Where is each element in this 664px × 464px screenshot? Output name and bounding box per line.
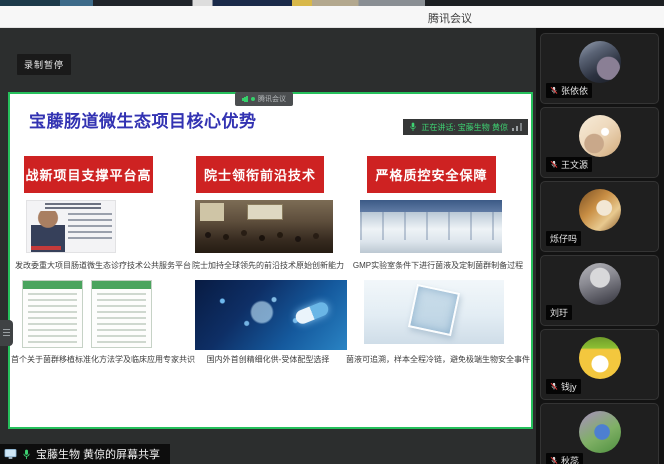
participant-name: 王文源	[561, 158, 588, 171]
photo-layer	[200, 203, 224, 221]
share-bar-label: 宝藤生物 黄倞的屏幕共享	[36, 446, 160, 462]
participant-name: 刘玗	[550, 306, 568, 319]
photo-layer	[45, 203, 101, 209]
photo-layer	[247, 204, 283, 220]
participant-name: 张依依	[561, 84, 588, 97]
recording-paused-badge[interactable]: 录制暂停	[17, 54, 71, 75]
document-page	[22, 280, 83, 348]
floating-meeting-toolbar: 腾讯会议	[235, 92, 293, 106]
participant-name: 钱jy	[561, 380, 577, 393]
participant-nametag: 秋蕊	[546, 453, 583, 464]
panel-toggle-handle[interactable]	[0, 320, 13, 346]
caption-bottom-2: 国内外首创精细化供-受体配型选择	[182, 354, 354, 365]
avatar	[579, 189, 621, 231]
participant-nametag: 王文源	[546, 157, 592, 172]
matching-technology-image	[195, 280, 347, 350]
meeting-main-area: 录制暂停 腾讯会议 宝藤肠道微生态项目核心优势 正在讲话: 宝藤生物 黄倞 战新…	[0, 28, 664, 464]
photo-layer	[360, 212, 502, 240]
photo-layer	[205, 232, 211, 238]
os-titlebar: 腾讯会议	[0, 6, 664, 28]
network-signal-icon	[242, 96, 248, 102]
slide-header-box-2: 院士领衔前沿技术	[196, 156, 324, 193]
participant-tile[interactable]: 王文源	[540, 107, 659, 178]
conference-room-photo	[195, 200, 333, 253]
avatar	[579, 263, 621, 305]
ice-cube-graphic	[408, 284, 460, 336]
slide-title: 宝藤肠道微生态项目核心优势	[29, 107, 257, 132]
caption-top-2: 院士加持全球领先的前沿技术原始创新能力	[182, 260, 354, 271]
screen-share-status-bar: 宝藤生物 黄倞的屏幕共享	[0, 444, 170, 464]
caption-top-1: 发改委重大项目肠道微生态诊疗技术公共服务平台	[10, 260, 196, 271]
avatar	[579, 411, 621, 453]
cold-chain-ice-image	[364, 280, 504, 344]
muted-mic-icon	[550, 456, 558, 464]
participant-tile[interactable]: 秋蕊	[540, 403, 659, 464]
participant-tile[interactable]: 烁仔吗	[540, 181, 659, 252]
caption-bottom-3: 菌液可追溯，样本全程冷链，避免极端生物安全事件	[344, 354, 532, 365]
consensus-documents-image	[22, 280, 152, 348]
participant-tile[interactable]: 刘玗	[540, 255, 659, 326]
screen-share-icon	[4, 448, 17, 460]
muted-mic-icon	[550, 160, 558, 169]
signal-strength-icon	[512, 123, 522, 131]
status-dot-icon	[251, 97, 255, 101]
app-window: 腾讯会议 录制暂停 腾讯会议 宝藤肠道微生态项目核心优势 正在讲话: 宝藤生物 …	[0, 0, 664, 464]
capsule-graphic	[294, 300, 331, 326]
caption-bottom-1: 首个关于菌群移植标准化方法学及临床应用专家共识	[10, 354, 196, 365]
avatar	[579, 115, 621, 157]
document-page	[91, 280, 152, 348]
floating-toolbar-label: 腾讯会议	[258, 94, 286, 104]
slide-header-box-1: 战新项目支撑平台高	[24, 156, 153, 193]
photo-layer	[360, 200, 502, 212]
participant-nametag: 刘玗	[546, 305, 572, 320]
participant-tile[interactable]: 张依依	[540, 33, 659, 104]
participant-tile[interactable]: 钱jy	[540, 329, 659, 400]
participants-sidebar: 张依依 王文源 烁仔吗	[536, 28, 664, 464]
muted-mic-icon	[550, 382, 558, 391]
photo-layer	[68, 213, 112, 243]
slide-header-box-3: 严格质控安全保障	[367, 156, 496, 193]
shared-screen-slide: 腾讯会议 宝藤肠道微生态项目核心优势 正在讲话: 宝藤生物 黄倞 战新项目支撑平…	[8, 92, 533, 429]
gmp-lab-corridor-photo	[360, 200, 502, 253]
photo-layer	[31, 246, 61, 250]
window-title: 腾讯会议	[400, 10, 500, 26]
active-speaker-badge: 正在讲话: 宝藤生物 黄倞	[403, 119, 528, 135]
avatar	[579, 41, 621, 83]
active-speaker-label: 正在讲话: 宝藤生物 黄倞	[421, 122, 508, 133]
muted-mic-icon	[550, 86, 558, 95]
participant-nametag: 钱jy	[546, 379, 581, 394]
microphone-icon	[409, 122, 417, 132]
grip-lines-icon	[3, 329, 10, 337]
participant-nametag: 烁仔吗	[546, 231, 581, 246]
participant-nametag: 张依依	[546, 83, 592, 98]
participant-name: 秋蕊	[561, 454, 579, 464]
speaker-photo	[26, 200, 116, 253]
avatar	[579, 337, 621, 379]
caption-top-3: GMP实验室条件下进行菌液及定制菌群制备过程	[344, 260, 532, 271]
microphone-active-icon	[22, 449, 31, 460]
participant-name: 烁仔吗	[550, 232, 577, 245]
